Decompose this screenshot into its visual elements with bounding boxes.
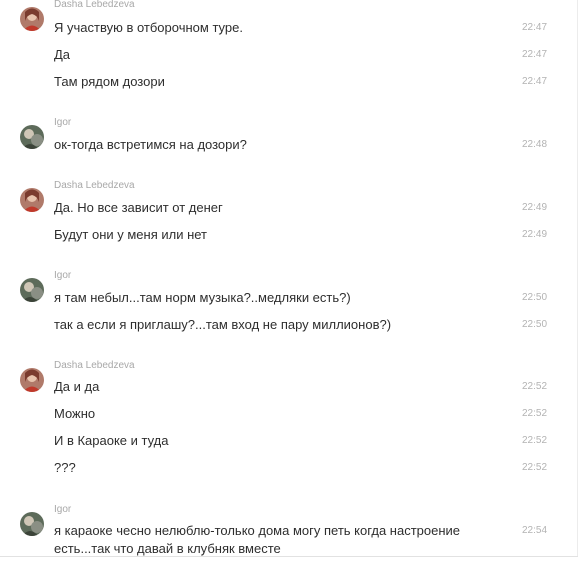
message-text: так а если я приглашу?...там вход не пар…	[54, 317, 392, 332]
message-timestamp: 22:49	[522, 229, 548, 240]
user-avatar-igor-icon[interactable]	[20, 125, 44, 149]
message-text: я караоке чесно нелюблю-только дома могу…	[54, 523, 461, 556]
message-timestamp: 22:52	[522, 408, 548, 419]
user-avatar-dasha-icon[interactable]	[20, 188, 44, 212]
message-text: ок-тогда встретимся на дозори?	[54, 137, 247, 152]
message-timestamp: 22:54	[522, 525, 548, 536]
author-name[interactable]: Dasha Lebedzeva	[54, 360, 135, 372]
author-name[interactable]: Igor	[54, 117, 71, 129]
message-timestamp: 22:52	[522, 462, 548, 473]
message-text: Будут они у меня или нет	[54, 227, 208, 242]
message-text: Да и да	[54, 379, 100, 394]
author-name[interactable]: Dasha Lebedzeva	[54, 0, 135, 11]
message-text: ???	[54, 460, 76, 475]
message-text: я там небыл...там норм музыка?..медляки …	[54, 290, 351, 305]
message-timestamp: 22:47	[522, 49, 548, 60]
message-text: Я участвую в отборочном туре.	[54, 20, 243, 35]
message-timestamp: 22:52	[522, 381, 548, 392]
user-avatar-dasha-icon[interactable]	[20, 7, 44, 31]
message-timestamp: 22:47	[522, 76, 548, 87]
message-timestamp: 22:50	[522, 319, 548, 330]
author-name[interactable]: Dasha Lebedzeva	[54, 180, 135, 192]
message-timestamp: 22:52	[522, 435, 548, 446]
message-text: Да	[54, 47, 71, 62]
message-text: И в Караоке и туда	[54, 433, 169, 448]
message-timestamp: 22:47	[522, 22, 548, 33]
message-text: Можно	[54, 406, 96, 421]
message-text: Да. Но все зависит от денег	[54, 200, 223, 215]
message-list-bottom-divider	[0, 556, 578, 557]
user-avatar-igor-icon[interactable]	[20, 278, 44, 302]
user-avatar-igor-icon[interactable]	[20, 512, 44, 536]
message-timestamp: 22:50	[522, 292, 548, 303]
user-avatar-dasha-icon[interactable]	[20, 368, 44, 392]
message-timestamp: 22:48	[522, 139, 548, 150]
author-name[interactable]: Igor	[54, 270, 71, 282]
message-text: Там рядом дозори	[54, 74, 165, 89]
author-name[interactable]: Igor	[54, 504, 71, 516]
chat-message-list[interactable]: Dasha Lebedzeva Я участвую в отборочном …	[0, 0, 578, 556]
message-timestamp: 22:49	[522, 202, 548, 213]
